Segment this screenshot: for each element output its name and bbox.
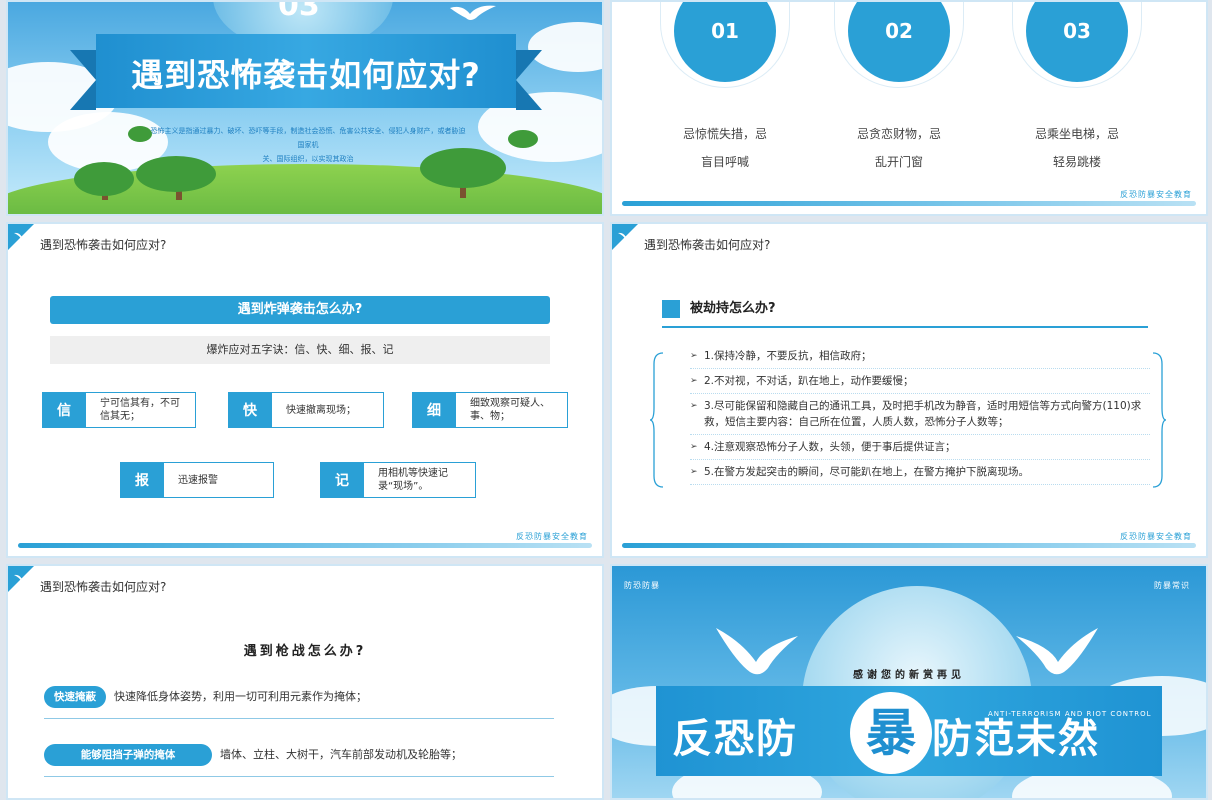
bird-icon [14,574,30,582]
taboo-caption-1: 忌惊慌失措，忌 盲目呼喊 [682,127,767,169]
row-text: 墙体、立柱、大树干，汽车前部发动机及轮胎等； [220,748,462,761]
tip-ji: 记 用相机等快速记录“现场”。 [320,462,476,498]
slide-header: 遇到恐怖袭击如何应对? [40,580,167,594]
title-underline [662,326,1148,328]
footer-bar [622,543,1196,548]
tag-left: 防恐防暴 [624,581,660,590]
tree-shape [74,162,134,196]
taboo-caption-3: 忌乘坐电梯，忌 轻易跳楼 [1034,127,1119,169]
thanks-text: 感谢您的新赏再见 [853,670,965,681]
row-text: 快速降低身体姿势，利用一切可利用元素作为掩体； [114,690,367,703]
slide-bomb[interactable]: 遇到恐怖袭击如何应对? 遇到炸弹袭击怎么办? 爆炸应对五字诀：信、快、细、报、记… [6,222,604,558]
arrow-icon: ➢ [690,467,698,477]
taboo-circle-3: 03 [1012,2,1142,98]
footer-text: 反恐防暴安全教育 [516,532,588,541]
slide-header: 遇到恐怖袭击如何应对? [644,238,771,252]
label-pill: 能够阻挡子弹的掩体 [44,744,212,766]
section-title: 遇到枪战怎么办? [243,644,367,659]
arrow-icon: ➢ [690,351,698,361]
slide-gunfight[interactable]: 遇到恐怖袭击如何应对? 遇到枪战怎么办? 快速掩蔽 快速降低身体姿势，利用一切可… [6,564,604,800]
section-number: 03 [278,0,320,23]
footer-text: 反恐防暴安全教育 [1120,532,1192,541]
hijack-list: ➢ 1.保持冷静，不要反抗，相信政府； ➢ 2.不对视，不对话，趴在地上，动作要缓慢… [690,344,1150,485]
arrow-icon: ➢ [690,442,698,452]
footer-bar [18,543,592,548]
section-title: 遇到炸弹袭击怎么办? [50,296,550,324]
slogan-seal: 暴 [850,692,932,774]
section-subtitle: 爆炸应对五字诀：信、快、细、报、记 [50,336,550,364]
list-item: ➢ 4.注意观察恐怖分子人数，头领，便于事后提供证言； [690,435,1150,460]
list-item: ➢ 5.在警方发起突击的瞬间，尽可能趴在地上，在警方掩护下脱离现场。 [690,460,1150,485]
tag-right: 防暴常识 [1154,581,1190,590]
list-item: ➢ 2.不对视，不对话，趴在地上，动作要缓慢； [690,369,1150,394]
english-subtitle: ANTI-TERRORISM AND RIOT CONTROL [988,710,1152,718]
title-marker [662,300,680,318]
slide-taboos[interactable]: 01 忌惊慌失措，忌 盲目呼喊 02 忌贪恋财物，忌 乱开门窗 03 忌乘坐电梯，忌… [610,0,1208,216]
tree-shape [128,126,152,142]
label-pill: 快速掩蔽 [44,686,106,708]
taboo-circle-2: 02 [834,2,964,98]
row-divider [44,718,554,719]
bird-icon [14,232,30,240]
slide-header: 遇到恐怖袭击如何应对? [40,238,167,252]
slide-closing[interactable]: 防恐防暴 防暴常识 感谢您的新赏再见 反恐防 暴 防范未然 ANTI-TERRO… [610,564,1208,800]
bird-icon [618,232,634,240]
tip-xin: 信 宁可信其有，不可信其无； [42,392,196,428]
tree-shape [508,130,538,148]
cover-title: 遇到恐怖袭击如何应对? [131,56,481,94]
right-brace-icon [1152,352,1166,488]
dove-icon [450,5,496,20]
arrow-icon: ➢ [690,401,698,411]
row-divider [44,776,554,777]
tree-shape [420,148,506,188]
section-title: 被劫持怎么办? [690,301,776,316]
taboo-circle-1: 01 [660,2,790,98]
tip-bao: 报 迅速报警 [120,462,274,498]
left-brace-icon [650,352,664,488]
slide-hijack[interactable]: 遇到恐怖袭击如何应对? 被劫持怎么办? ➢ 1.保持冷静，不要反抗，相信政府； ➢… [610,222,1208,558]
list-item: ➢ 1.保持冷静，不要反抗，相信政府； [690,344,1150,369]
tree-shape [136,156,216,192]
list-item: ➢ 3.尽可能保留和隐藏自己的通讯工具，及时把手机改为静音，适时用短信等方式向警方… [690,394,1150,435]
arrow-icon: ➢ [690,376,698,386]
slogan-left: 反恐防 [672,716,798,762]
tip-xi: 细 细致观察可疑人、事、物； [412,392,568,428]
footer-bar [622,201,1196,206]
ribbon-tail-right [516,50,542,110]
ribbon-tail-left [70,50,96,110]
taboo-caption-2: 忌贪恋财物，忌 乱开门窗 [856,127,941,169]
footer-text: 反恐防暴安全教育 [1120,190,1192,199]
tip-kuai: 快 快速撤离现场； [228,392,384,428]
slide-cover[interactable]: 03 遇到恐怖袭击如何应对? 恐怖主义是指通过暴力、破坏、恐吓等手段，制造社会恐… [6,0,604,216]
